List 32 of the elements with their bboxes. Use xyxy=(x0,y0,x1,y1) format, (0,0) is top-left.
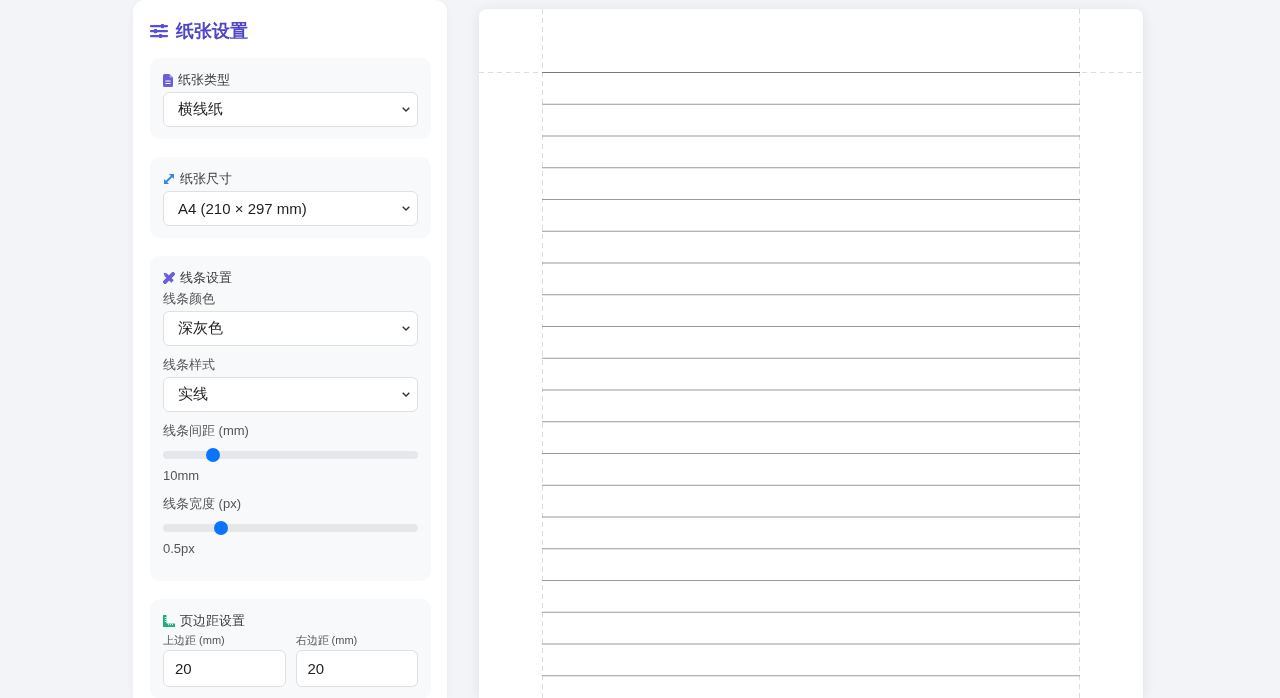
input-label: 右边距 (mm) xyxy=(295,633,359,647)
ruler-icon xyxy=(163,615,175,627)
field-label: 线条样式 xyxy=(163,356,216,374)
number-input[interactable]: 20 xyxy=(163,650,286,687)
diagonal-arrows-icon xyxy=(163,173,175,185)
section-heading: 纸张类型 xyxy=(178,71,230,89)
field-label: 线条宽度 (px) xyxy=(163,495,242,513)
dropdown[interactable]: 实线 xyxy=(163,377,418,412)
dropdown[interactable]: 深灰色 xyxy=(163,311,418,346)
crossed-bars-icon xyxy=(163,272,175,284)
paper-type-dropdown[interactable]: 横线纸 xyxy=(163,92,418,127)
number-input[interactable]: 20 xyxy=(295,650,418,687)
section-heading: 线条设置 xyxy=(180,269,232,287)
panel-title: 纸张设置 xyxy=(176,20,248,43)
section-heading: 纸张尺寸 xyxy=(180,170,232,188)
document-icon xyxy=(163,73,173,87)
slider-value: 0.5px xyxy=(163,540,196,558)
chevron-down-icon xyxy=(402,107,410,112)
sliders-icon xyxy=(150,24,168,38)
slider-value: 10mm xyxy=(163,467,201,485)
section-heading: 页边距设置 xyxy=(180,612,245,630)
field-label: 线条颜色 xyxy=(163,290,216,308)
field-label: 线条间距 (mm) xyxy=(163,422,250,440)
slider-track[interactable] xyxy=(163,524,418,532)
input-label: 上边距 (mm) xyxy=(163,633,226,647)
chevron-down-icon xyxy=(402,206,410,211)
slider-track[interactable] xyxy=(163,451,418,459)
paper-size-dropdown[interactable]: A4 (210 × 297 mm) xyxy=(163,191,418,226)
chevron-down-icon xyxy=(402,326,410,331)
chevron-down-icon xyxy=(402,392,410,397)
slider-thumb[interactable] xyxy=(206,448,221,462)
slider-thumb[interactable] xyxy=(213,521,228,535)
